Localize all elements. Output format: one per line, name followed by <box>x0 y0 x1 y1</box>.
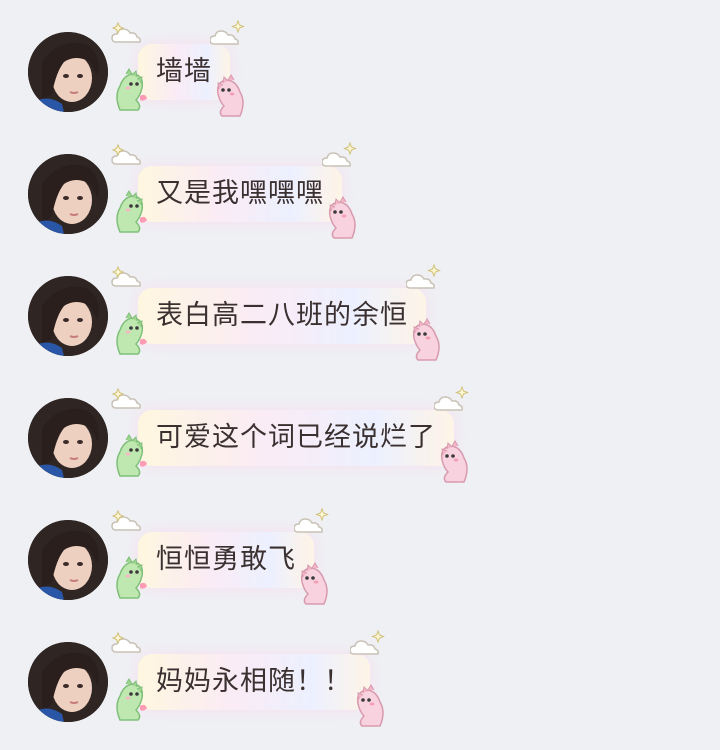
avatar[interactable] <box>28 154 108 234</box>
cloud-star-icon <box>406 263 441 289</box>
green-dinosaur-icon <box>116 556 147 599</box>
message-text: 墙墙 <box>156 56 212 87</box>
avatar[interactable] <box>28 398 108 478</box>
pink-dinosaur-icon <box>328 196 356 239</box>
chat-message: 妈妈永相随！！ <box>0 629 720 750</box>
cloud-star-icon <box>322 141 357 167</box>
avatar[interactable] <box>28 642 108 722</box>
message-bubble[interactable]: 妈妈永相随！！ <box>138 654 370 710</box>
chat-message: 墙墙 <box>0 19 720 140</box>
pink-dinosaur-icon <box>412 318 440 361</box>
green-dinosaur-icon <box>116 678 147 721</box>
message-text: 妈妈永相随！！ <box>156 666 352 697</box>
green-dinosaur-icon <box>116 434 147 477</box>
pink-dinosaur-icon <box>356 684 384 727</box>
cloud-star-icon <box>111 143 141 165</box>
cloud-star-icon <box>210 19 245 45</box>
message-bubble[interactable]: 恒恒勇敢飞 <box>138 532 314 588</box>
green-dinosaur-icon <box>116 190 147 233</box>
cloud-star-icon <box>111 509 141 531</box>
avatar[interactable] <box>28 276 108 356</box>
message-bubble[interactable]: 可爱这个词已经说烂了 <box>138 410 454 466</box>
cloud-star-icon <box>111 21 141 43</box>
cloud-star-icon <box>111 631 141 653</box>
chat-message: 又是我嘿嘿嘿 <box>0 141 720 262</box>
green-dinosaur-icon <box>116 68 147 111</box>
cloud-star-icon <box>111 387 141 409</box>
cloud-star-icon <box>111 265 141 287</box>
chat-message: 表白高二八班的余恒 <box>0 263 720 384</box>
message-bubble[interactable]: 又是我嘿嘿嘿 <box>138 166 342 222</box>
cloud-star-icon <box>350 629 385 655</box>
pink-dinosaur-icon <box>440 440 468 483</box>
green-dinosaur-icon <box>116 312 147 355</box>
message-text: 表白高二八班的余恒 <box>156 300 408 331</box>
avatar[interactable] <box>28 32 108 112</box>
chat-message: 恒恒勇敢飞 <box>0 507 720 628</box>
message-text: 可爱这个词已经说烂了 <box>156 422 436 453</box>
avatar[interactable] <box>28 520 108 600</box>
message-text: 又是我嘿嘿嘿 <box>156 178 324 209</box>
chat-message: 可爱这个词已经说烂了 <box>0 385 720 506</box>
cloud-star-icon <box>434 385 469 411</box>
pink-dinosaur-icon <box>216 74 244 117</box>
message-bubble[interactable]: 表白高二八班的余恒 <box>138 288 426 344</box>
message-text: 恒恒勇敢飞 <box>156 544 296 575</box>
cloud-star-icon <box>294 507 329 533</box>
pink-dinosaur-icon <box>300 562 328 605</box>
